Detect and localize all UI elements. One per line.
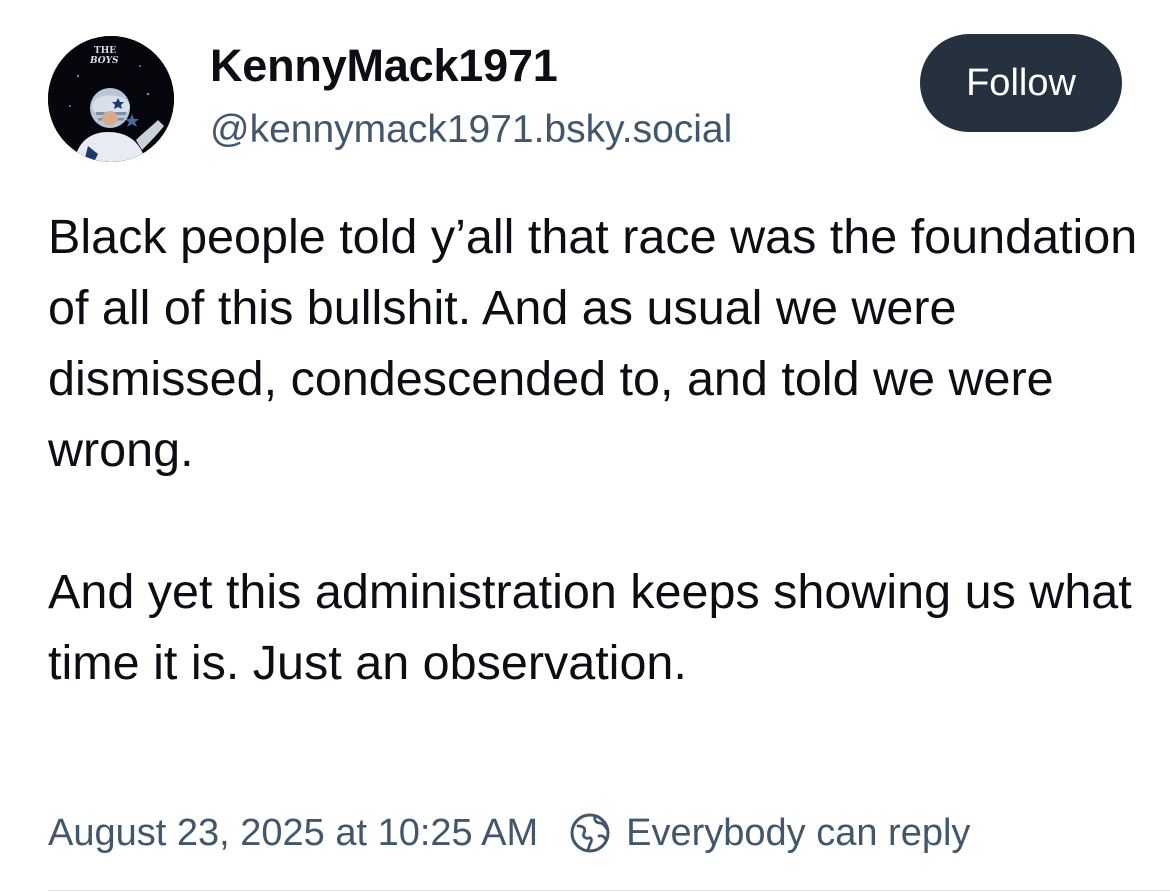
globe-icon [570, 813, 610, 853]
post-text: Black people told y’all that race was th… [48, 202, 1138, 699]
svg-text:THE: THE [94, 46, 116, 56]
reply-settings[interactable]: Everybody can reply [568, 811, 970, 855]
reply-setting-label: Everybody can reply [626, 811, 971, 854]
timestamp[interactable]: August 23, 2025 at 10:25 AM [48, 812, 538, 855]
svg-text:BOYS: BOYS [89, 56, 119, 66]
divider [48, 890, 1170, 891]
display-name[interactable]: KennyMack1971 [210, 40, 558, 92]
avatar[interactable]: THE BOYS [48, 36, 174, 162]
handle[interactable]: @kennymack1971.bsky.social [210, 108, 732, 152]
post-paragraph: Black people told y’all that race was th… [48, 210, 1138, 477]
post-paragraph: And yet this administration keeps showin… [48, 565, 1132, 690]
post-meta: August 23, 2025 at 10:25 AM Everybody ca… [48, 808, 970, 858]
follow-button[interactable]: Follow [920, 34, 1122, 132]
profile-avatar-image: THE BOYS [48, 36, 174, 162]
post-view: THE BOYS KennyMack1971 @kennymack1971.bs… [0, 0, 1170, 893]
